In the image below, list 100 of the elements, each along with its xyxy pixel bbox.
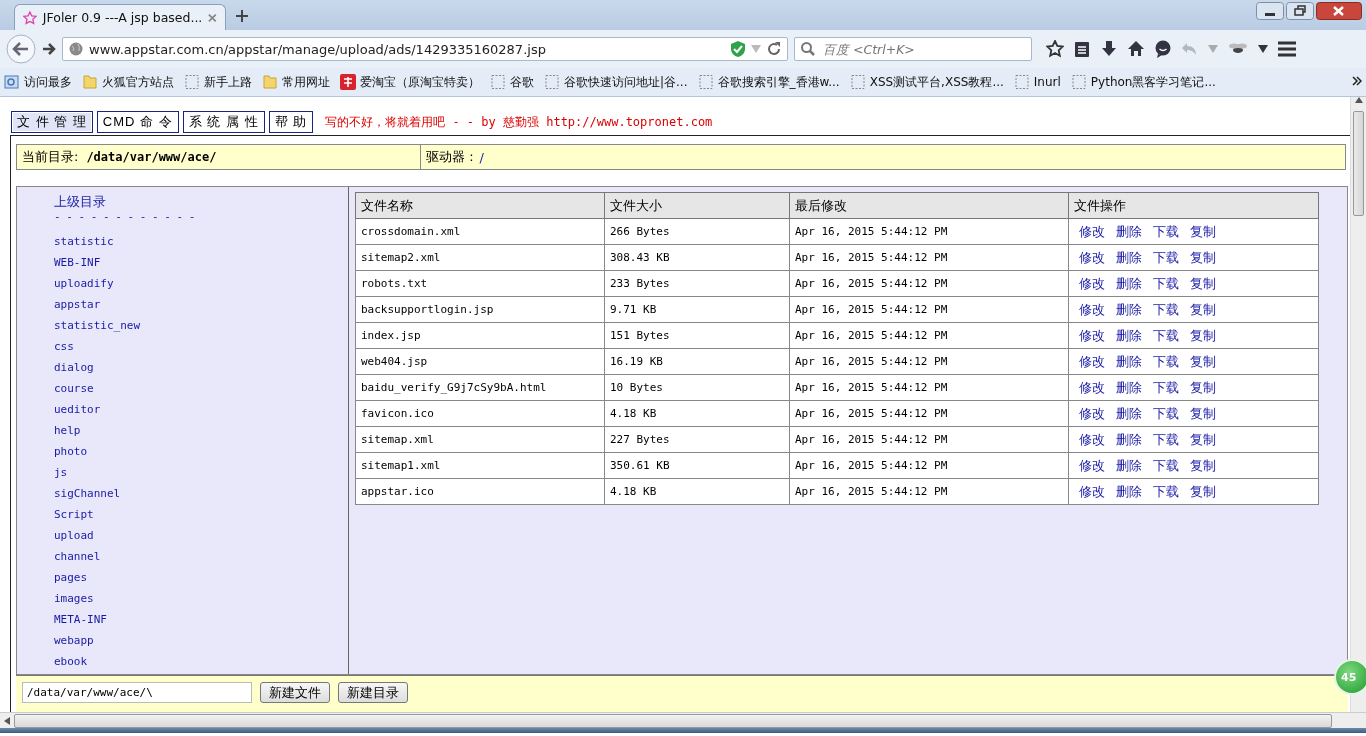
bookmark-item[interactable]: 火狐官方站点 <box>82 73 174 91</box>
folder-link[interactable]: channel <box>54 546 101 567</box>
folder-link[interactable]: ueditor <box>54 399 101 420</box>
action-link[interactable]: 复制 <box>1190 274 1216 293</box>
action-link[interactable]: 复制 <box>1190 482 1216 501</box>
action-link[interactable]: 修改 <box>1079 300 1105 319</box>
new-tab-icon[interactable] <box>236 10 248 22</box>
folder-link[interactable]: images <box>54 588 94 609</box>
action-link[interactable]: 下载 <box>1153 404 1179 423</box>
scrollbar-thumb[interactable] <box>14 713 1332 728</box>
menu-icon[interactable] <box>1277 40 1297 58</box>
folder-link[interactable]: META-INF <box>54 609 107 630</box>
bookmark-item[interactable]: 爱淘宝（原淘宝特卖） <box>340 73 480 91</box>
folder-link[interactable]: statistic <box>54 231 114 252</box>
create-button[interactable]: 新建文件 <box>260 682 330 703</box>
folder-link[interactable]: webapp <box>54 630 94 651</box>
action-link[interactable]: 删除 <box>1116 456 1142 475</box>
action-link[interactable]: 删除 <box>1116 404 1142 423</box>
action-link[interactable]: 复制 <box>1190 326 1216 345</box>
back-icon[interactable] <box>6 34 36 64</box>
restore-icon[interactable] <box>1286 2 1314 20</box>
action-link[interactable]: 删除 <box>1116 274 1142 293</box>
action-link[interactable]: 修改 <box>1079 326 1105 345</box>
action-link[interactable]: 下载 <box>1153 222 1179 241</box>
folder-link[interactable]: css <box>54 336 74 357</box>
scroll-left-icon[interactable] <box>4 716 10 725</box>
overflow-icon[interactable] <box>1352 76 1362 86</box>
bookmark-item[interactable]: 谷歌快速访问地址|谷... <box>544 73 688 91</box>
home-icon[interactable] <box>1127 40 1145 58</box>
folder-link[interactable]: statistic_new <box>54 315 141 336</box>
drive-link[interactable]: / <box>479 149 484 165</box>
parent-directory-link[interactable]: 上级目录 <box>54 193 348 211</box>
path-field[interactable]: /data/var/www/ace/\ <box>22 682 252 703</box>
folder-link[interactable]: upload <box>54 525 94 546</box>
search-field[interactable]: 百度 <Ctrl+K> <box>794 37 1032 61</box>
folder-link[interactable]: help <box>54 420 81 441</box>
folder-link[interactable]: appstar <box>54 294 101 315</box>
folder-link[interactable]: Script <box>54 504 94 525</box>
action-link[interactable]: 删除 <box>1116 482 1142 501</box>
action-link[interactable]: 修改 <box>1079 378 1105 397</box>
action-link[interactable]: 删除 <box>1116 430 1142 449</box>
folder-link[interactable]: sigChannel <box>54 483 121 504</box>
browser-tab[interactable]: JFoler 0.9 ---A jsp based... <box>14 4 226 30</box>
download-icon[interactable] <box>1100 40 1118 58</box>
address-bar[interactable]: www.appstar.com.cn/appstar/manage/upload/ads/1429335160287.jsp <box>62 37 788 61</box>
action-link[interactable]: 下载 <box>1153 274 1179 293</box>
action-link[interactable]: 删除 <box>1116 378 1142 397</box>
menu-tab[interactable]: 系 统 属 性 <box>182 111 265 133</box>
action-link[interactable]: 复制 <box>1190 352 1216 371</box>
close-icon[interactable] <box>1316 2 1362 20</box>
menu-tab[interactable]: CMD 命 令 <box>96 111 179 133</box>
action-link[interactable]: 修改 <box>1079 248 1105 267</box>
scrollbar-thumb[interactable] <box>1353 111 1364 216</box>
action-link[interactable]: 复制 <box>1190 378 1216 397</box>
folder-link[interactable]: photo <box>54 441 88 462</box>
bookmark-item[interactable]: Python黑客学习笔记... <box>1070 73 1216 91</box>
bookmark-item[interactable]: 谷歌搜索引擎_香港w... <box>697 73 840 91</box>
menu-tab[interactable]: 文 件 管 理 <box>11 111 93 133</box>
action-link[interactable]: 下载 <box>1153 430 1179 449</box>
bookmark-item[interactable]: 新手上路 <box>184 73 252 91</box>
action-link[interactable]: 复制 <box>1190 222 1216 241</box>
reload-icon[interactable] <box>767 42 781 56</box>
action-link[interactable]: 删除 <box>1116 352 1142 371</box>
action-link[interactable]: 下载 <box>1153 352 1179 371</box>
action-link[interactable]: 复制 <box>1190 430 1216 449</box>
dropdown-icon[interactable] <box>1258 45 1268 53</box>
action-link[interactable]: 复制 <box>1190 456 1216 475</box>
action-link[interactable]: 删除 <box>1116 222 1142 241</box>
action-link[interactable]: 下载 <box>1153 482 1179 501</box>
forward-icon[interactable] <box>42 42 56 56</box>
action-link[interactable]: 下载 <box>1153 378 1179 397</box>
bookmark-item[interactable]: 谷歌 <box>490 73 534 91</box>
action-link[interactable]: 复制 <box>1190 404 1216 423</box>
action-link[interactable]: 修改 <box>1079 456 1105 475</box>
folder-link[interactable]: dialog <box>54 357 94 378</box>
action-link[interactable]: 修改 <box>1079 274 1105 293</box>
bookmark-item[interactable]: XSS测试平台,XSS教程... <box>849 73 1004 91</box>
create-button[interactable]: 新建目录 <box>338 682 408 703</box>
bookmark-item[interactable]: 访问最多 <box>4 73 72 91</box>
clipboard-icon[interactable] <box>1073 40 1091 58</box>
action-link[interactable]: 删除 <box>1116 326 1142 345</box>
action-link[interactable]: 删除 <box>1116 300 1142 319</box>
chat-icon[interactable] <box>1154 40 1172 58</box>
action-link[interactable]: 下载 <box>1153 300 1179 319</box>
bookmark-item[interactable]: 常用网址 <box>262 73 330 91</box>
folder-link[interactable]: ebook <box>54 651 88 672</box>
action-link[interactable]: 修改 <box>1079 352 1105 371</box>
action-link[interactable]: 下载 <box>1153 248 1179 267</box>
minimize-icon[interactable] <box>1256 2 1284 20</box>
action-link[interactable]: 复制 <box>1190 248 1216 267</box>
action-link[interactable]: 下载 <box>1153 326 1179 345</box>
folder-link[interactable]: WEB-INF <box>54 252 101 273</box>
folder-link[interactable]: course <box>54 378 94 399</box>
bookmark-star-icon[interactable] <box>1046 40 1064 58</box>
folder-link[interactable]: pages <box>54 567 88 588</box>
action-link[interactable]: 删除 <box>1116 248 1142 267</box>
bookmark-item[interactable]: Inurl <box>1013 74 1061 90</box>
menu-tab[interactable]: 帮 助 <box>268 111 314 133</box>
folder-link[interactable]: js <box>54 462 68 483</box>
folder-link[interactable]: uploadify <box>54 273 114 294</box>
